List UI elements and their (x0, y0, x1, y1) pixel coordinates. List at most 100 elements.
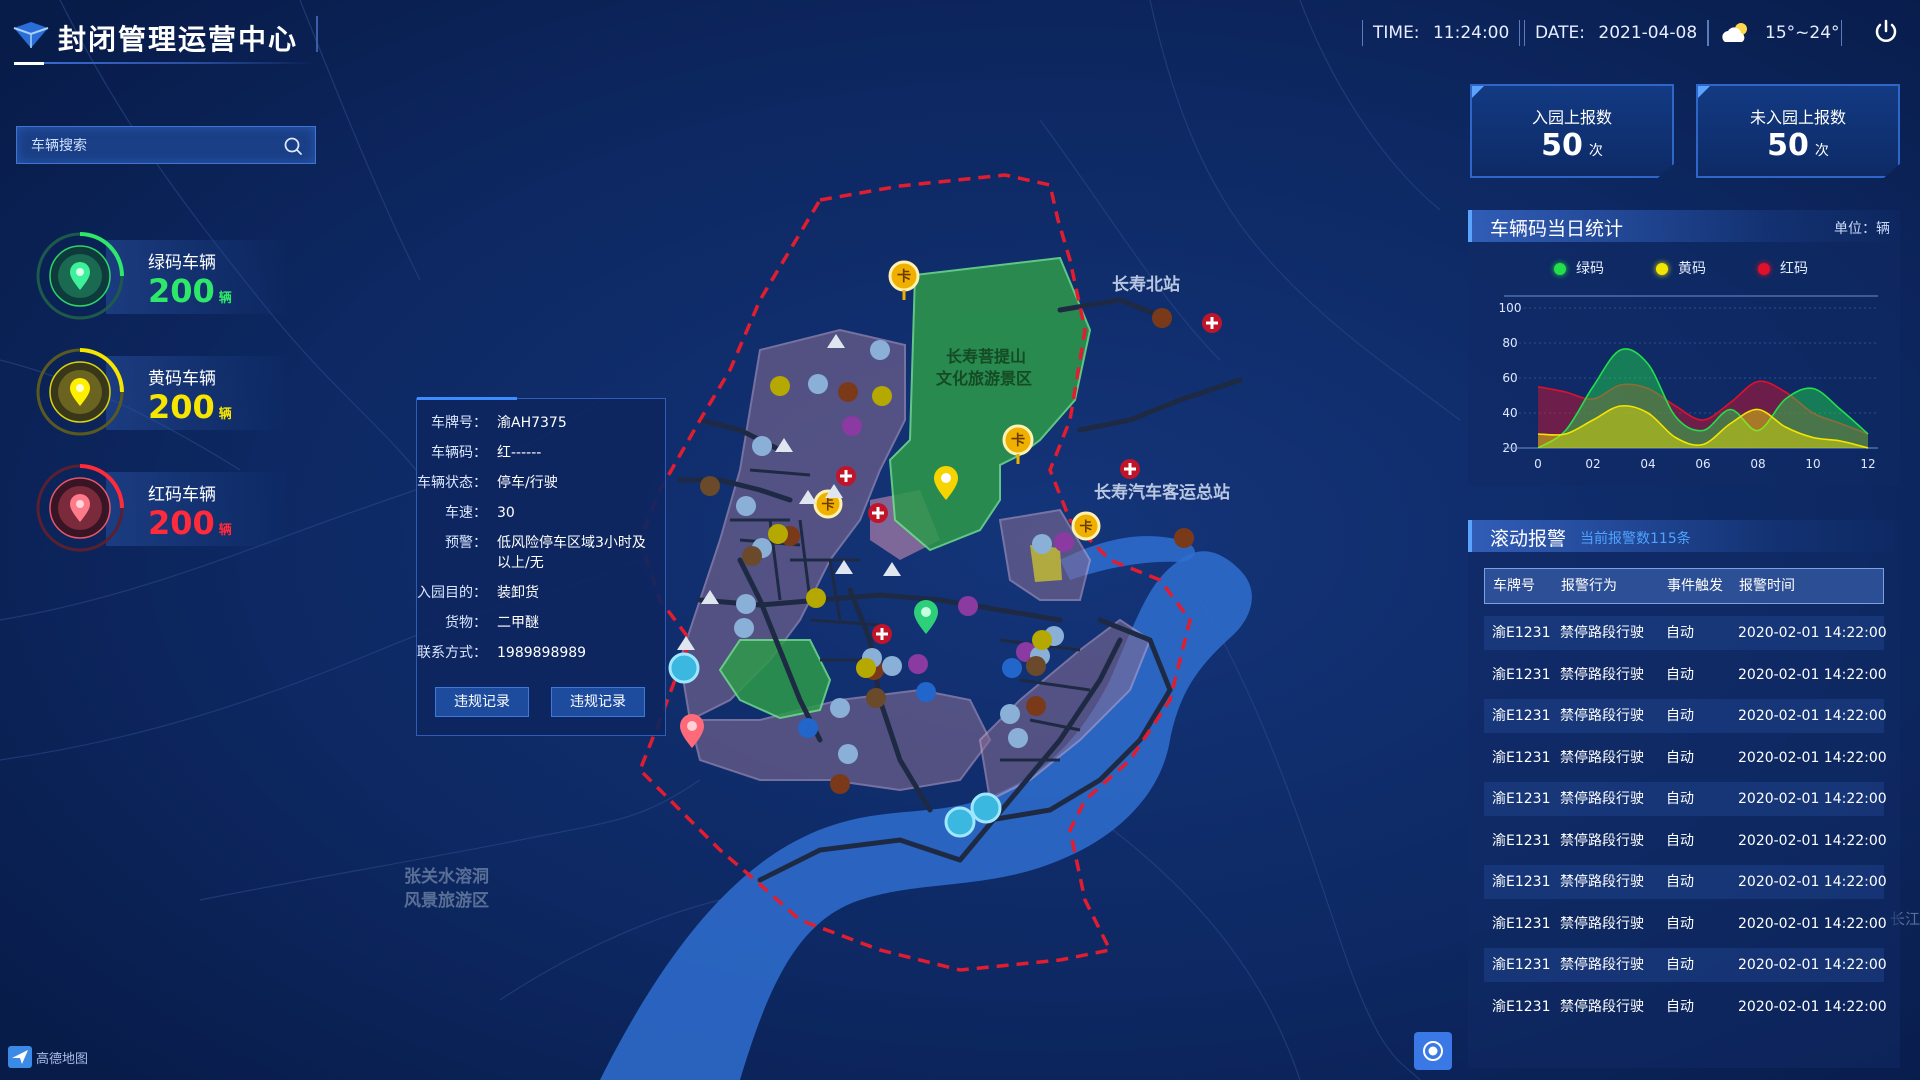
locate-button[interactable] (1414, 1032, 1452, 1070)
locate-icon (1423, 1041, 1443, 1061)
alarm-count: 当前报警数115条 (1580, 531, 1691, 547)
not-entered-report-card: 未入园上报数 50 次 (1696, 84, 1900, 178)
alarm-row[interactable]: 渝E1231 禁停路段行驶 自动 2020-02-01 14:22:00 (1484, 824, 1887, 858)
svg-text:卡: 卡 (1011, 432, 1025, 449)
bus-station-label: 长寿汽车客运总站 (1094, 482, 1230, 503)
power-icon[interactable] (1872, 18, 1900, 46)
x-tick-label: 12 (1860, 457, 1875, 471)
popup-row: 车牌号： 渝AH7375 (417, 413, 667, 433)
search-input[interactable] (31, 135, 271, 157)
popup-value: 红------ (497, 445, 542, 461)
legend-label: 红码 (1780, 261, 1808, 277)
alarm-row[interactable]: 渝E1231 禁停路段行驶 自动 2020-02-01 14:22:00 (1484, 907, 1887, 941)
alarm-cell: 渝E1231 (1492, 708, 1551, 724)
map-brand-icon (8, 1046, 32, 1068)
yellow-vehicle-stat: 黄码车辆 200 辆 (34, 346, 286, 442)
alarm-cell: 渝E1231 (1492, 749, 1551, 766)
popup-key: 预警： (445, 535, 487, 551)
y-tick-label: 60 (1502, 371, 1517, 385)
stat-number: 200 (148, 272, 215, 310)
popup-value: 渝AH7375 (497, 415, 567, 431)
alarm-cell: 2020-02-01 14:22:00 (1738, 625, 1887, 641)
x-tick-label: 06 (1695, 457, 1710, 471)
x-tick-label: 0 (1534, 457, 1542, 471)
alarm-row[interactable]: 渝E1231 禁停路段行驶 自动 2020-02-01 14:22:00 (1484, 990, 1887, 1024)
popup-row: 联系方式： 1989898989 (417, 643, 667, 663)
svg-text:卡: 卡 (897, 268, 911, 285)
popup-key: 入园目的： (417, 585, 487, 601)
card-value: 50 次 (1472, 128, 1672, 163)
alarm-cell: 2020-02-01 14:22:00 (1738, 915, 1887, 932)
violation-record-button[interactable]: 违规记录 (551, 687, 645, 717)
alarm-cell: 禁停路段行驶 (1560, 666, 1644, 683)
red-ring-icon (36, 464, 124, 552)
popup-value: 30 (497, 505, 515, 521)
alarm-cell: 2020-02-01 14:22:00 (1738, 666, 1887, 683)
stat-label: 绿码车辆 (148, 253, 216, 273)
legend-dot (1758, 263, 1770, 275)
map-brand: 高德地图 (8, 1046, 98, 1068)
popup-row: 预警： 低风险停车区域3小时及以上/无 (417, 533, 667, 573)
alarm-cell: 自动 (1666, 957, 1694, 973)
temperature: 15°~24° (1765, 23, 1840, 43)
alarm-cell: 禁停路段行驶 (1560, 998, 1644, 1015)
alarm-cell: 2020-02-01 14:22:00 (1738, 749, 1887, 766)
alarm-row[interactable]: 渝E1231 禁停路段行驶 自动 2020-02-01 14:22:00 (1484, 616, 1887, 650)
title-underline-accent (14, 62, 44, 65)
alarm-cell: 自动 (1666, 874, 1694, 890)
alarm-cell: 渝E1231 (1492, 832, 1551, 849)
date-display: DATE: 2021-04-08 (1524, 20, 1709, 46)
top-header: 封闭管理运营中心 TIME: 11:24:00 DATE: 2021-04-08… (0, 0, 1920, 70)
alarm-row[interactable]: 渝E1231 禁停路段行驶 自动 2020-02-01 14:22:00 (1484, 782, 1887, 816)
north-station-label: 长寿北站 (1112, 274, 1180, 295)
panel-header: 滚动报警 当前报警数115条 (1468, 520, 1900, 552)
svg-text:风景旅游区: 风景旅游区 (404, 890, 489, 911)
alarm-row[interactable]: 渝E1231 禁停路段行驶 自动 2020-02-01 14:22:00 (1484, 658, 1887, 692)
alarm-table-header: 车牌号 报警行为 事件触发 报警时间 (1484, 568, 1884, 604)
alarm-cell: 自动 (1666, 832, 1694, 849)
alarm-cell: 2020-02-01 14:22:00 (1738, 791, 1887, 807)
popup-key: 车辆状态： (417, 475, 487, 491)
alarm-row[interactable]: 渝E1231 禁停路段行驶 自动 2020-02-01 14:22:00 (1484, 699, 1887, 733)
time-label: TIME: (1373, 23, 1420, 43)
alarm-cell: 2020-02-01 14:22:00 (1738, 708, 1887, 724)
alarm-panel: 滚动报警 当前报警数115条 车牌号 报警行为 事件触发 报警时间 渝E1231… (1468, 520, 1900, 1068)
stat-unit: 辆 (218, 407, 232, 422)
alarm-row[interactable]: 渝E1231 禁停路段行驶 自动 2020-02-01 14:22:00 (1484, 741, 1887, 775)
violation-record-button[interactable]: 违规记录 (435, 687, 529, 717)
search-icon[interactable] (283, 136, 303, 156)
card-number: 50 (1541, 128, 1583, 163)
stat-label: 黄码车辆 (148, 369, 216, 389)
card-unit: 次 (1588, 143, 1603, 159)
svg-text:卡: 卡 (1079, 519, 1092, 535)
checkpoint-marker[interactable]: 卡 (1071, 511, 1101, 541)
alarm-row[interactable]: 渝E1231 禁停路段行驶 自动 2020-02-01 14:22:00 (1484, 865, 1887, 899)
popup-key: 联系方式： (417, 645, 487, 661)
alarm-cell: 禁停路段行驶 (1560, 832, 1644, 849)
alarm-row[interactable]: 渝E1231 禁停路段行驶 自动 2020-02-01 14:22:00 (1484, 948, 1887, 982)
legend-green: 绿码 (1554, 258, 1604, 278)
alarm-cell: 禁停路段行驶 (1560, 749, 1644, 766)
column-header: 事件触发 (1667, 578, 1723, 594)
svg-text:张关水溶洞: 张关水溶洞 (404, 866, 489, 887)
y-tick-label: 80 (1502, 336, 1517, 350)
legend-yellow: 黄码 (1656, 258, 1706, 278)
daily-stats-chart: 204060801000 02 04 06 08 10 12 (1499, 295, 1878, 471)
vehicle-search (16, 126, 316, 164)
date-label: DATE: (1535, 23, 1585, 43)
card-corner (1698, 86, 1710, 98)
popup-accent-bar (417, 397, 517, 400)
green-ring-icon (36, 232, 124, 320)
alarm-cell: 2020-02-01 14:22:00 (1738, 832, 1887, 849)
alarm-cell: 渝E1231 (1492, 915, 1551, 932)
popup-row: 车辆码： 红------ (417, 443, 667, 463)
column-header: 车牌号 (1493, 578, 1535, 594)
app-title: 封闭管理运营中心 (58, 23, 299, 56)
panel-header: 车辆码当日统计 单位：辆 (1468, 210, 1900, 242)
alarm-cell: 禁停路段行驶 (1560, 874, 1644, 890)
alarm-cell: 渝E1231 (1492, 874, 1551, 890)
legend-dot (1554, 263, 1566, 275)
legend-label: 绿码 (1576, 261, 1604, 277)
alarm-cell: 渝E1231 (1492, 625, 1551, 641)
card-label: 未入园上报数 (1749, 108, 1846, 127)
